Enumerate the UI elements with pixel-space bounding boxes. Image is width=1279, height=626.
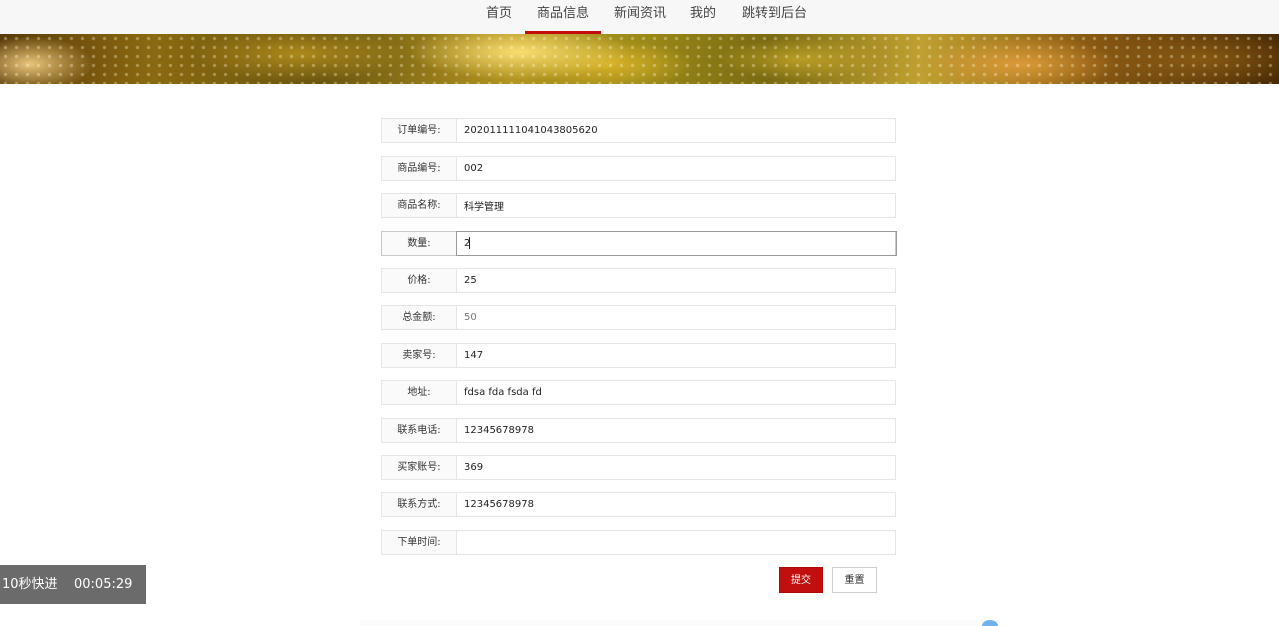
form-row-contact: 联系方式: bbox=[381, 492, 896, 517]
total-input bbox=[457, 306, 895, 329]
banner-texture bbox=[0, 34, 1279, 84]
form-row-price: 价格: bbox=[381, 268, 896, 293]
nav-item-news[interactable]: 新闻资讯 bbox=[614, 0, 666, 34]
quantity-label: 数量: bbox=[382, 232, 457, 255]
price-label: 价格: bbox=[382, 269, 457, 292]
form-row-product-name: 商品名称: bbox=[381, 193, 896, 218]
price-input[interactable] bbox=[457, 269, 895, 292]
form-row-address: 地址: bbox=[381, 380, 896, 405]
product-name-input[interactable] bbox=[457, 194, 895, 217]
nav-item-admin[interactable]: 跳转到后台 bbox=[742, 0, 807, 34]
floating-help-icon[interactable] bbox=[982, 620, 998, 626]
nav-item-products[interactable]: 商品信息 bbox=[525, 0, 601, 34]
order-no-label: 订单编号: bbox=[382, 119, 457, 142]
form-row-buyer-account: 买家账号: bbox=[381, 455, 896, 480]
form-row-order-no: 订单编号: bbox=[381, 118, 896, 143]
playback-overlay: 10秒快进 00:05:29 bbox=[0, 565, 146, 604]
form-row-seller-no: 卖家号: bbox=[381, 343, 896, 368]
order-time-label: 下单时间: bbox=[382, 531, 457, 554]
total-label: 总金额: bbox=[382, 306, 457, 329]
seller-no-label: 卖家号: bbox=[382, 344, 457, 367]
form-row-quantity: 数量: bbox=[381, 231, 897, 256]
order-no-input[interactable] bbox=[457, 119, 895, 142]
elapsed-time: 00:05:29 bbox=[74, 577, 133, 592]
address-input[interactable] bbox=[457, 381, 895, 404]
address-label: 地址: bbox=[382, 381, 457, 404]
contact-label: 联系方式: bbox=[382, 493, 457, 516]
product-no-label: 商品编号: bbox=[382, 157, 457, 180]
form-row-total: 总金额: bbox=[381, 305, 896, 330]
buyer-account-input[interactable] bbox=[457, 456, 895, 479]
nav-item-mine[interactable]: 我的 bbox=[690, 0, 716, 34]
phone-label: 联系电话: bbox=[382, 419, 457, 442]
contact-input[interactable] bbox=[457, 493, 895, 516]
page: 首页 商品信息 新闻资讯 我的 跳转到后台 订单编号: 商品编号: 商品名称: … bbox=[0, 0, 1279, 626]
buyer-account-label: 买家账号: bbox=[382, 456, 457, 479]
form-row-order-time: 下单时间: bbox=[381, 530, 896, 555]
form-row-product-no: 商品编号: bbox=[381, 156, 896, 181]
fast-forward-button[interactable]: 10秒快进 bbox=[2, 565, 58, 604]
quantity-input[interactable] bbox=[456, 231, 897, 256]
footer-strip bbox=[360, 620, 1000, 626]
phone-input[interactable] bbox=[457, 419, 895, 442]
reset-button[interactable]: 重置 bbox=[832, 567, 877, 593]
banner-image bbox=[0, 34, 1279, 84]
top-navigation: 首页 商品信息 新闻资讯 我的 跳转到后台 bbox=[0, 0, 1279, 34]
submit-button[interactable]: 提交 bbox=[779, 567, 823, 593]
product-name-label: 商品名称: bbox=[382, 194, 457, 217]
text-caret bbox=[469, 237, 470, 249]
order-time-input[interactable] bbox=[457, 531, 895, 554]
seller-no-input[interactable] bbox=[457, 344, 895, 367]
nav-item-home[interactable]: 首页 bbox=[486, 0, 512, 34]
product-no-input[interactable] bbox=[457, 157, 895, 180]
form-row-phone: 联系电话: bbox=[381, 418, 896, 443]
